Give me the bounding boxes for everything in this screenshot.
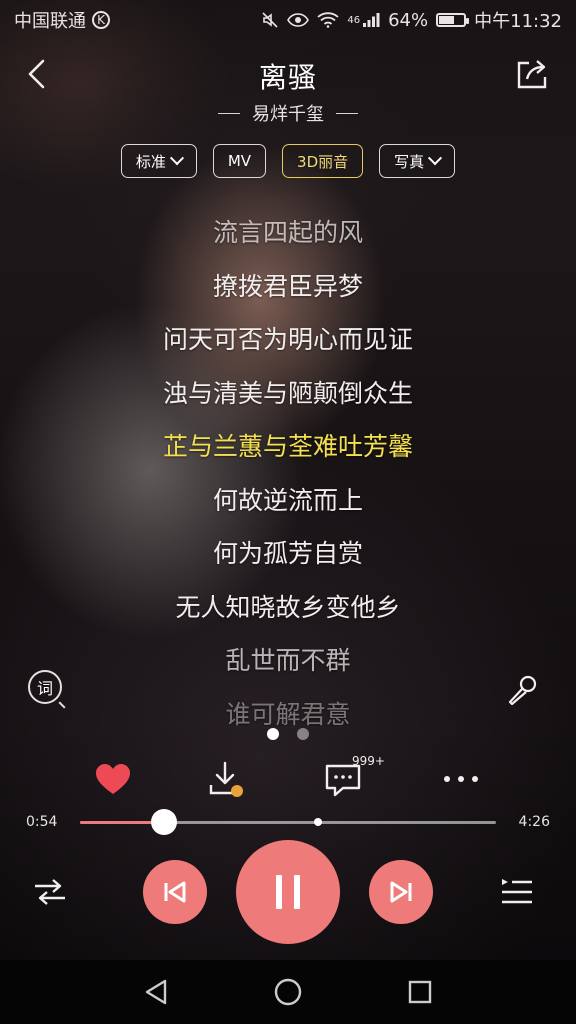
lyric-line: 何为孤芳自赏 xyxy=(212,539,363,568)
page-dot-active[interactable] xyxy=(267,728,279,740)
mv-chip-label: MV xyxy=(227,152,252,170)
seek-thumb[interactable] xyxy=(151,809,178,835)
comment-button[interactable]: 999+ xyxy=(318,754,385,802)
photo-chip-label: 写真 xyxy=(394,152,425,171)
photo-chip[interactable]: 写真 xyxy=(379,144,456,178)
status-left: 中国联通 K xyxy=(14,7,110,33)
lyric-line: 何故逆流而上 xyxy=(212,485,363,515)
lyric-line: 问天可否为明心而见证 xyxy=(162,325,413,354)
next-icon xyxy=(390,881,412,903)
lyric-line: 撩拨君臣异梦 xyxy=(212,271,363,301)
signal-icon xyxy=(363,13,380,27)
share-icon xyxy=(517,60,547,89)
download-button[interactable] xyxy=(200,756,250,802)
lyric-line: 浊与清美与陋颠倒众生 xyxy=(162,378,413,408)
lyric-line: 乱世而不群 xyxy=(225,646,351,675)
previous-button[interactable] xyxy=(143,860,207,924)
lyrics-search-icon[interactable]: 词 xyxy=(28,670,62,704)
chevron-down-icon xyxy=(169,151,184,166)
battery-fill xyxy=(439,16,454,24)
3d-audio-chip[interactable]: 3D丽音 xyxy=(282,144,364,178)
artist-dash-left xyxy=(218,112,240,114)
battery-icon xyxy=(436,13,470,27)
lyric-line: 无人知晓故乡变他乡 xyxy=(175,592,401,622)
more-icon xyxy=(444,776,478,782)
page-indicator xyxy=(0,728,576,740)
playlist-icon xyxy=(502,879,532,904)
playback-controls xyxy=(0,838,576,948)
status-right: 46 64% 中午11:32 xyxy=(261,7,562,33)
square-recents-icon xyxy=(408,980,432,1004)
artist-dash-right xyxy=(336,112,358,114)
system-nav-bar xyxy=(0,960,576,1024)
action-row: 999+ xyxy=(0,754,576,806)
share-button[interactable] xyxy=(512,54,552,94)
carrier-label: 中国联通 xyxy=(14,11,86,32)
quality-chip-label: 标准 xyxy=(135,152,166,171)
lyric-line: 流言四起的风 xyxy=(212,218,363,247)
carrier-badge-icon: K xyxy=(92,11,110,29)
lyrics-icon-label: 词 xyxy=(36,679,53,698)
mute-icon xyxy=(262,12,278,28)
lyrics-panel[interactable]: 流言四起的风 撩拨君臣异梦 问天可否为明心而见证 浊与清美与陋颠倒众生 芷与兰蕙… xyxy=(0,206,576,726)
chevron-down-icon xyxy=(428,151,443,166)
microphone-icon xyxy=(508,675,537,706)
triangle-back-icon xyxy=(145,979,167,1005)
progress-bar: 0:54 4:26 xyxy=(0,808,576,838)
pause-button[interactable] xyxy=(236,840,340,944)
battery-percent: 64% xyxy=(388,9,429,31)
page-dot[interactable] xyxy=(297,728,309,740)
seek-track[interactable] xyxy=(80,809,496,835)
current-lyric-line: 芷与兰蕙与荃难吐芳馨 xyxy=(162,432,413,461)
next-button[interactable] xyxy=(369,860,433,924)
eye-icon xyxy=(287,13,310,27)
mv-chip[interactable]: MV xyxy=(212,144,267,178)
total-time: 4:26 xyxy=(518,814,550,830)
heart-icon xyxy=(96,764,130,794)
song-title: 离骚 xyxy=(258,61,317,94)
artist-row[interactable]: 易烊千玺 xyxy=(0,100,576,126)
playlist-button[interactable] xyxy=(496,872,538,912)
player-header: 离骚 易烊千玺 xyxy=(0,48,576,158)
buffer-marker xyxy=(314,818,323,826)
3d-audio-chip-label: 3D丽音 xyxy=(297,152,349,171)
comment-count: 999+ xyxy=(352,754,385,768)
microphone-button[interactable] xyxy=(504,672,540,708)
pause-icon xyxy=(276,875,300,909)
elapsed-time: 0:54 xyxy=(26,814,58,830)
network-type-label: 46 xyxy=(347,15,361,26)
status-bar: 中国联通 K 46 64% 中午11:32 xyxy=(0,0,576,40)
lyric-line: 谁可解君意 xyxy=(225,699,351,727)
nav-recents-button[interactable] xyxy=(400,972,440,1012)
like-button[interactable] xyxy=(88,756,138,802)
previous-icon xyxy=(164,881,186,903)
more-button[interactable] xyxy=(436,756,486,802)
artist-name[interactable]: 易烊千玺 xyxy=(252,100,324,126)
quality-chip[interactable]: 标准 xyxy=(120,144,197,178)
circle-home-icon xyxy=(274,978,302,1006)
shuffle-icon xyxy=(35,879,65,905)
shuffle-button[interactable] xyxy=(28,872,72,912)
player-mode-chips: 标准 MV 3D丽音 写真 xyxy=(0,144,576,178)
nav-home-button[interactable] xyxy=(268,972,308,1012)
status-time: 中午11:32 xyxy=(474,11,562,32)
download-icon xyxy=(209,761,243,797)
nav-back-button[interactable] xyxy=(136,972,176,1012)
wifi-icon xyxy=(317,12,339,28)
